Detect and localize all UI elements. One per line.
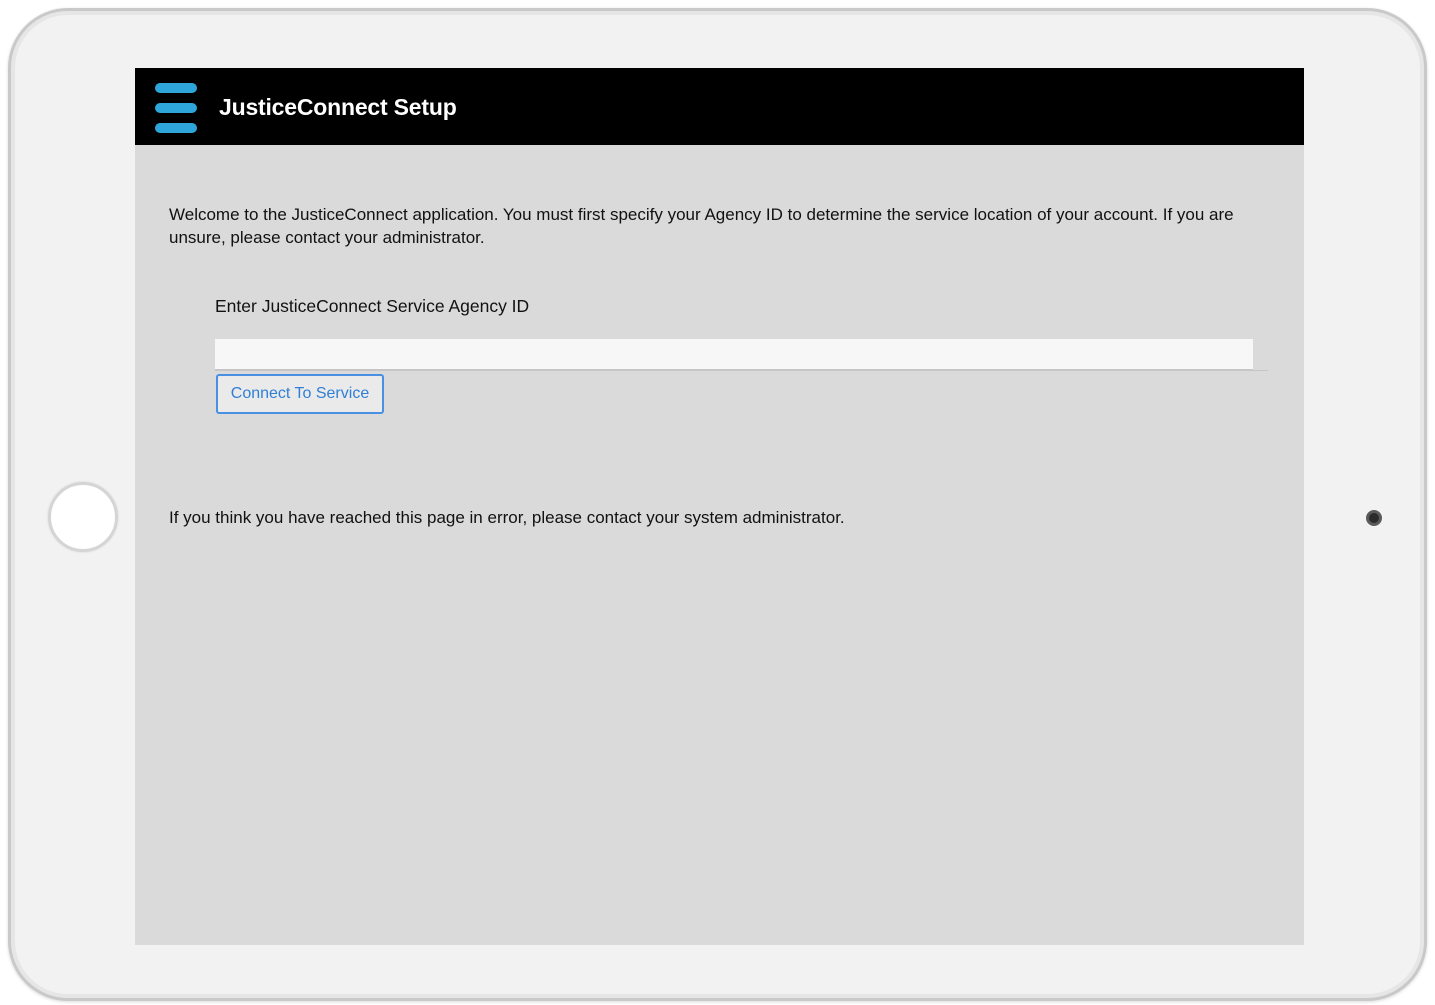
welcome-message: Welcome to the JusticeConnect applicatio… (169, 205, 1234, 247)
app-header: JusticeConnect Setup (135, 68, 1304, 145)
hamburger-menu-icon[interactable] (155, 83, 197, 135)
agency-id-input[interactable] (215, 339, 1253, 371)
menu-bar-bottom (155, 123, 197, 133)
menu-bar-top (155, 83, 197, 93)
home-button[interactable] (48, 482, 118, 552)
agency-id-label: Enter JusticeConnect Service Agency ID (215, 296, 530, 316)
app-screen: JusticeConnect Setup Welcome to the Just… (135, 68, 1304, 945)
menu-bar-middle (155, 103, 197, 113)
connect-to-service-button[interactable]: Connect To Service (216, 374, 384, 414)
camera-icon (1366, 510, 1382, 526)
error-help-message: If you think you have reached this page … (169, 508, 845, 527)
page-title: JusticeConnect Setup (219, 94, 457, 120)
input-underline (1253, 370, 1268, 371)
